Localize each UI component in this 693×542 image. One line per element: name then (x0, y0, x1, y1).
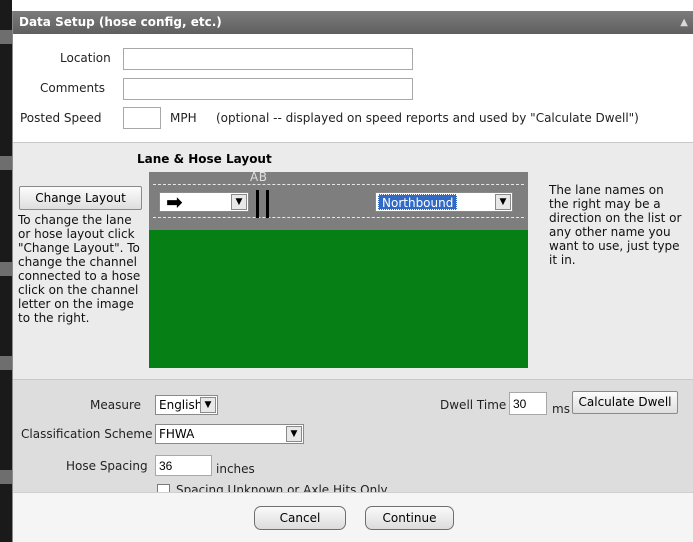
lane-hose-layout-section: Lane & Hose Layout Change Layout To chan… (13, 142, 693, 380)
hose-spacing-label: Hose Spacing (66, 459, 148, 473)
hose-spacing-input[interactable] (155, 455, 212, 476)
classification-scheme-value: FHWA (159, 427, 195, 441)
location-input[interactable] (123, 48, 413, 70)
edge-tick (0, 156, 12, 170)
dialog-title: Data Setup (hose config, etc.) (19, 15, 222, 29)
lane-name-select[interactable]: Northbound ▼ (375, 192, 513, 212)
calculate-dwell-button[interactable]: Calculate Dwell (572, 391, 678, 414)
lane-layout-image: AB ➡ ▼ Northbound ▼ (149, 170, 528, 368)
chevron-down-icon[interactable]: ▼ (286, 426, 302, 442)
cancel-button[interactable]: Cancel (254, 506, 346, 530)
change-layout-button[interactable]: Change Layout (19, 186, 142, 210)
comments-input[interactable] (123, 78, 413, 100)
chevron-down-icon[interactable]: ▼ (200, 397, 216, 413)
lane-road: AB ➡ ▼ Northbound ▼ (149, 170, 528, 230)
hose-b-line[interactable] (266, 190, 269, 218)
lane-names-help-text: The lane names on the right may be a dir… (549, 183, 682, 267)
speed-unit-label: MPH (170, 111, 197, 125)
data-setup-dialog: Data Setup (hose config, etc.) ▲ Locatio… (12, 11, 693, 542)
posted-speed-input[interactable] (123, 107, 161, 129)
measure-settings-section: Measure English ▼ Classification Scheme … (13, 380, 693, 497)
measure-select[interactable]: English ▼ (155, 395, 218, 415)
location-label: Location (60, 51, 111, 65)
comments-label: Comments (40, 81, 106, 95)
dwell-time-unit: ms (552, 402, 570, 416)
dwell-time-input[interactable] (509, 392, 547, 415)
change-layout-help-text: To change the lane or hose layout click … (18, 213, 141, 325)
general-section: Location Comments Posted Speed MPH (opti… (13, 34, 693, 142)
edge-tick (0, 262, 12, 276)
chevron-down-icon[interactable]: ▼ (495, 194, 511, 210)
edge-tick (0, 470, 12, 484)
lane-hose-layout-title: Lane & Hose Layout (137, 152, 272, 166)
lane-name-value[interactable]: Northbound (378, 194, 458, 210)
hose-a-line[interactable] (256, 190, 259, 218)
dialog-titlebar: Data Setup (hose config, etc.) ▲ (13, 11, 693, 34)
lane-edge-line (153, 217, 524, 218)
classification-scheme-label: Classification Scheme (21, 427, 153, 441)
classification-scheme-select[interactable]: FHWA ▼ (155, 424, 304, 444)
lane-direction-arrow-select[interactable]: ➡ ▼ (159, 192, 249, 212)
measure-value: English (159, 398, 203, 412)
dwell-time-label: Dwell Time (440, 398, 507, 412)
speed-note: (optional -- displayed on speed reports … (216, 111, 639, 125)
hose-channel-letters[interactable]: AB (250, 170, 267, 184)
edge-tick (0, 30, 12, 44)
left-edge-strip (0, 0, 12, 542)
continue-button[interactable]: Continue (365, 506, 454, 530)
chevron-down-icon[interactable]: ▼ (231, 194, 247, 210)
measure-label: Measure (90, 398, 141, 412)
collapse-caret-icon[interactable]: ▲ (680, 11, 688, 34)
right-arrow-icon: ➡ (166, 190, 183, 214)
dialog-footer: Cancel Continue (13, 492, 693, 542)
edge-tick (0, 356, 12, 370)
lane-edge-line (153, 184, 524, 185)
hose-spacing-unit: inches (216, 462, 255, 476)
posted-speed-label: Posted Speed (20, 111, 102, 125)
